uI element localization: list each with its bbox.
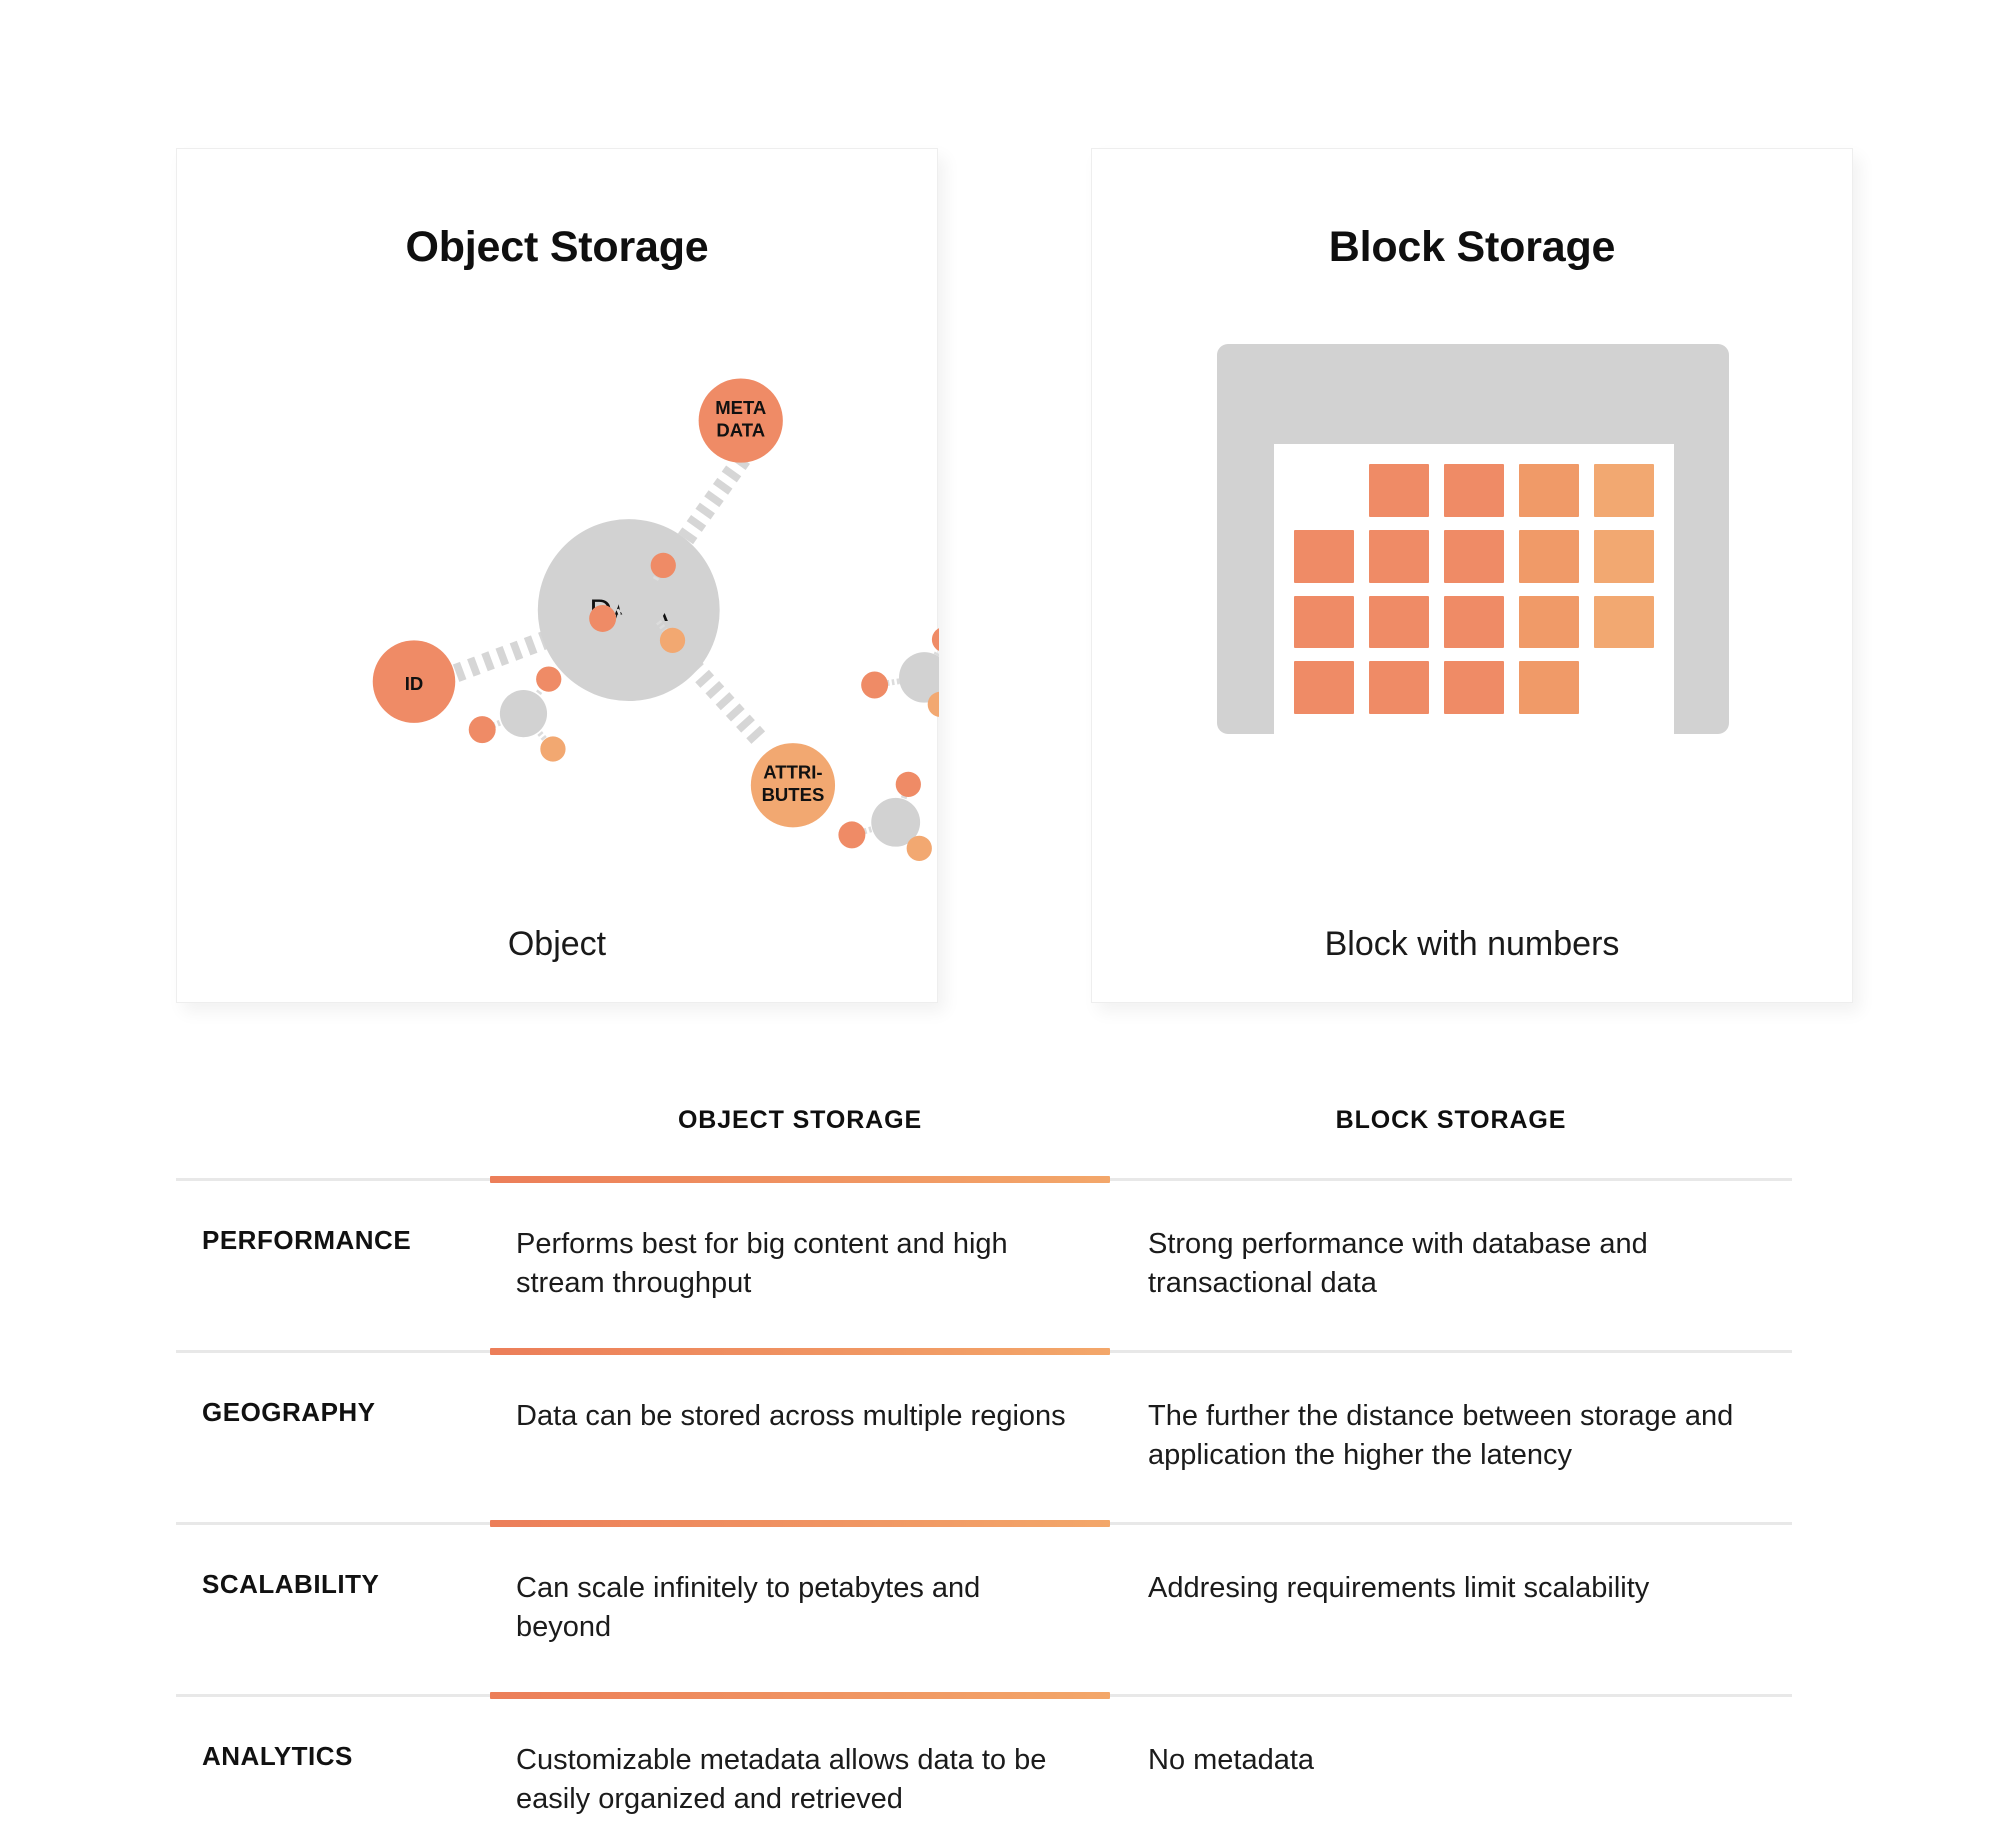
block-storage-card: Block Storage Block with numbers <box>1091 148 1853 1003</box>
molecule-satellite <box>589 605 617 632</box>
table-rule <box>176 1520 1792 1528</box>
block-cell <box>1519 464 1579 517</box>
block-cell-empty <box>1594 661 1654 714</box>
block-storage-title: Block Storage <box>1328 223 1616 271</box>
molecule-cluster <box>838 771 932 861</box>
svg-text:DATA: DATA <box>716 420 765 441</box>
block-grid <box>1294 464 1654 714</box>
table-cell-block-storage: No metadata <box>1148 1744 1315 1777</box>
table-row: SCALABILITY Can scale infinitely to petab… <box>176 1525 1792 1694</box>
block-storage-frame <box>1217 344 1729 734</box>
block-cell <box>1519 529 1579 583</box>
molecule-satellite <box>861 671 889 699</box>
spoke-id <box>452 627 559 682</box>
molecule-satellite <box>895 771 921 797</box>
block-cell <box>1294 595 1354 649</box>
table-rule <box>176 1692 1792 1700</box>
table-row-label: ANALYTICS <box>202 1741 353 1772</box>
molecule-satellite <box>540 736 566 762</box>
table-header-blank <box>176 1104 490 1106</box>
molecule-core <box>499 690 548 738</box>
object-diagram-svg: DATA META DATA ID ATTRI- BUTES <box>372 378 958 1040</box>
molecule-cluster <box>468 666 566 762</box>
molecule-satellite <box>906 835 932 861</box>
table-accent-bar <box>490 1692 1110 1700</box>
block-cell <box>1444 595 1504 649</box>
object-storage-title: Object Storage <box>405 223 709 271</box>
block-cell-empty <box>1294 464 1354 517</box>
molecule-satellite <box>838 821 866 849</box>
table-header-object-storage: OBJECT STORAGE <box>677 1106 923 1134</box>
table-row-label: GEOGRAPHY <box>202 1397 376 1428</box>
block-cell <box>1369 595 1429 649</box>
node-id: ID <box>372 640 456 723</box>
node-attributes: ATTRI- BUTES <box>750 743 836 828</box>
infographic-root: Object Storage DATA META <box>0 0 2000 1844</box>
molecule-satellite <box>468 716 496 744</box>
block-cell <box>1594 464 1654 517</box>
table-row-label: SCALABILITY <box>202 1569 380 1600</box>
table-body: PERFORMANCE Performs best for big content… <box>176 1176 1792 1844</box>
table-header-block-storage: BLOCK STORAGE <box>1335 1106 1567 1134</box>
table-cell-block-storage: The further the distance between storage… <box>1148 1400 1734 1471</box>
block-cell <box>1369 529 1429 583</box>
block-cell <box>1369 464 1429 517</box>
block-cell <box>1519 595 1579 649</box>
block-cell <box>1444 529 1504 583</box>
block-storage-inner-panel <box>1274 444 1674 734</box>
table-cell-object-storage: Can scale infinitely to petabytes and be… <box>516 1572 981 1643</box>
block-cell <box>1444 464 1504 517</box>
table-row: ANALYTICS Customizable metadata allows da… <box>176 1697 1792 1844</box>
svg-text:ID: ID <box>405 673 424 694</box>
node-metadata: META DATA <box>698 378 783 463</box>
spoke-attributes <box>685 658 768 747</box>
svg-text:META: META <box>715 397 766 418</box>
svg-text:BUTES: BUTES <box>762 784 825 805</box>
table-rule <box>176 1176 1792 1183</box>
block-cell <box>1444 661 1504 714</box>
table-cell-object-storage: Data can be stored across multiple regio… <box>516 1400 1066 1433</box>
table-accent-bar <box>490 1520 1110 1528</box>
object-storage-diagram: DATA META DATA ID ATTRI- BUTES <box>177 269 958 1040</box>
table-header-row: OBJECT STORAGE BLOCK STORAGE <box>176 1104 1792 1178</box>
block-cell <box>1594 595 1654 649</box>
object-storage-caption: Object <box>507 925 607 963</box>
table-cell-block-storage: Addresing requirements limit scalability <box>1148 1572 1650 1605</box>
table-cell-object-storage: Customizable metadata allows data to be … <box>516 1744 1047 1815</box>
molecule-satellite <box>536 666 562 692</box>
molecule-satellite <box>659 627 686 653</box>
molecule-core <box>618 577 668 627</box>
block-cell <box>1594 529 1654 583</box>
table-row-label: PERFORMANCE <box>202 1225 412 1255</box>
table-cell-block-storage: Strong performance with database and tra… <box>1148 1228 1648 1299</box>
block-cell <box>1294 529 1354 583</box>
table-accent-bar <box>490 1176 1110 1183</box>
comparison-table: OBJECT STORAGE BLOCK STORAGE PERFORMANCE… <box>176 1104 1792 1844</box>
block-cell <box>1519 661 1579 714</box>
svg-text:ATTRI-: ATTRI- <box>763 761 822 782</box>
block-cell <box>1294 661 1354 714</box>
table-row: GEOGRAPHY Data can be stored across multi… <box>176 1353 1792 1522</box>
table-accent-bar <box>490 1348 1110 1356</box>
molecule-satellite <box>650 552 676 579</box>
molecule-satellite <box>931 626 958 653</box>
table-row: PERFORMANCE Performs best for big content… <box>176 1181 1792 1350</box>
block-cell <box>1369 661 1429 714</box>
molecule-cluster <box>861 626 958 717</box>
table-cell-object-storage: Performs best for big content and high s… <box>516 1228 1008 1299</box>
object-storage-card: Object Storage DATA META <box>176 148 958 1040</box>
table-rule <box>176 1348 1792 1356</box>
block-storage-caption: Block with numbers <box>1324 925 1620 963</box>
